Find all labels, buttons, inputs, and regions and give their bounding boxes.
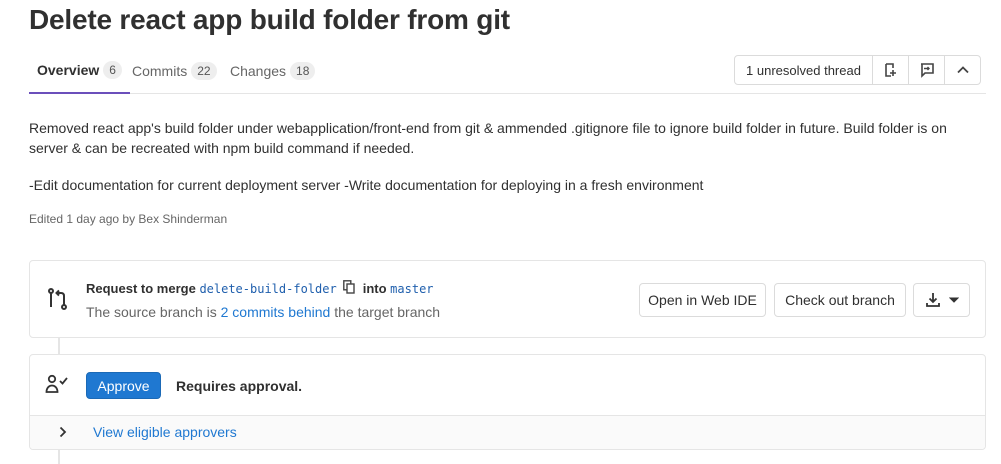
tab-count-badge: 18 [290,62,316,80]
view-eligible-approvers-link[interactable]: View eligible approvers [93,424,237,440]
into-text: into [362,281,387,296]
checkout-branch-button[interactable]: Check out branch [774,283,906,317]
approval-header: Approve Requires approval. [30,355,985,416]
unresolved-thread-count: 1 unresolved thread [746,62,861,78]
tab-commits[interactable]: Commits 22 [132,48,217,94]
collapse-threads-button[interactable] [944,56,980,84]
comment-next-icon [920,63,934,78]
download-icon [925,293,940,307]
commits-behind-link[interactable]: 2 commits behind [221,304,331,320]
open-web-ide-button[interactable]: Open in Web IDE [639,283,766,317]
requires-approval-text: Requires approval. [176,378,303,394]
approval-widget: Approve Requires approval. View eligible… [29,354,986,450]
discussion-controls: 1 unresolved thread [734,55,981,85]
tab-changes[interactable]: Changes 18 [230,48,316,94]
approvers-section: View eligible approvers [30,416,985,449]
create-issue-button[interactable] [872,56,908,84]
caret-down-icon [948,297,959,303]
chevron-right-icon[interactable] [58,426,68,438]
approve-button[interactable]: Approve [86,372,161,399]
download-dropdown-button[interactable] [913,283,970,317]
tab-label: Commits [132,63,188,79]
description-paragraph: Removed react app's build folder under w… [29,120,947,156]
tab-label: Overview [37,62,100,78]
mr-description: Removed react app's build folder under w… [29,118,979,212]
edited-info: Edited 1 day ago by Bex Shinderman [29,212,228,226]
source-branch-link[interactable]: delete-build-folder [199,282,336,296]
copy-icon[interactable] [342,280,355,297]
tab-count-badge: 6 [103,61,122,79]
jump-to-thread-button[interactable] [908,56,944,84]
tab-label: Changes [230,63,287,79]
issue-new-icon [884,63,896,77]
request-to-merge-text: Request to merge [86,281,196,296]
chevron-up-icon [956,66,969,74]
page-title: Delete react app build folder from git [29,4,510,35]
tab-count-badge: 22 [191,62,217,80]
branch-status: The source branch is 2 commits behind th… [86,304,440,320]
tab-overview[interactable]: Overview 6 [29,48,130,94]
approval-user-icon [45,374,68,393]
description-paragraph: -Edit documentation for current deployme… [29,177,704,193]
merge-branches-line: Request to merge delete-build-folder int… [86,280,434,297]
status-prefix: The source branch is [86,304,217,320]
merge-request-icon [48,288,67,310]
target-branch-link[interactable]: master [390,282,433,296]
status-suffix: the target branch [334,304,441,320]
merge-request-widget: Request to merge delete-build-folder int… [29,260,986,338]
